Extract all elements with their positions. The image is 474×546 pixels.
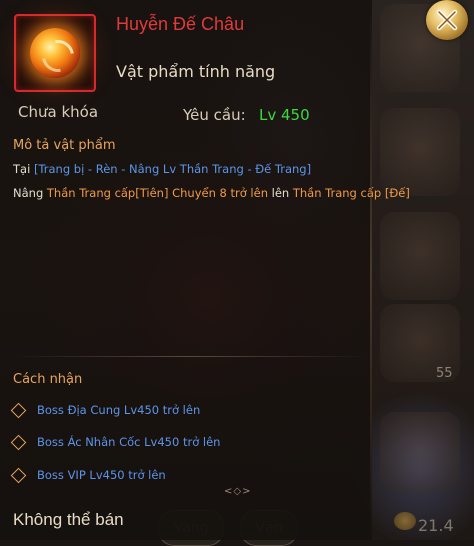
scroll-indicator-icon: <◇>: [224, 486, 252, 497]
close-icon: [436, 9, 458, 31]
background-slot: [380, 212, 460, 300]
requirement-value: Lv 450: [259, 106, 310, 124]
item-name: Huyễn Đế Châu: [116, 14, 245, 34]
obtain-source-item[interactable]: Boss Ác Nhân Cốc Lv450 trở lên: [10, 432, 220, 452]
obtain-source-label: Boss VIP Lv450 trở lên: [37, 468, 166, 482]
background-slot: [380, 412, 460, 494]
obtain-source-label: Boss Ác Nhân Cốc Lv450 trở lên: [37, 435, 221, 449]
background-slot: [380, 108, 460, 196]
background-count: 55: [436, 366, 453, 381]
upgrade-to: Thần Trang cấp [Đế]: [292, 186, 410, 200]
description-connector: lên: [267, 186, 293, 200]
description-prefix: Nâng: [13, 186, 47, 200]
item-icon-frame[interactable]: [14, 14, 96, 92]
section-divider: [10, 356, 370, 357]
diamond-bullet-icon: [10, 467, 27, 483]
location-link[interactable]: [Trang bị - Rèn - Nâng Lv Thần Trang - Đ…: [34, 162, 311, 176]
description-line-2: Nâng Thần Trang cấp[Tiên] Chuyển 8 trở l…: [13, 186, 410, 200]
item-tooltip-panel: Huyễn Đế Châu Vật phẩm tính năng Chưa kh…: [0, 0, 410, 540]
obtain-source-item[interactable]: Boss Địa Cung Lv450 trở lên: [10, 400, 200, 420]
requirement-label: Yêu cầu:: [183, 106, 246, 124]
coin-icon: [394, 512, 416, 530]
diamond-bullet-icon: [10, 434, 27, 450]
description-prefix: Tại: [13, 162, 34, 176]
item-category: Vật phẩm tính năng: [116, 62, 276, 81]
upgrade-from: Thần Trang cấp[Tiên] Chuyển 8 trở lên: [46, 186, 268, 200]
obtain-source-label: Boss Địa Cung Lv450 trở lên: [37, 403, 201, 417]
close-button[interactable]: [426, 0, 468, 40]
lock-status: Chưa khóa: [18, 103, 99, 121]
obtain-header: Cách nhận: [13, 372, 83, 387]
description-line-1: Tại [Trang bị - Rèn - Nâng Lv Thần Trang…: [13, 162, 311, 176]
description-header: Mô tả vật phẩm: [13, 138, 116, 153]
background-value: 21.4: [418, 516, 454, 535]
obtain-source-item[interactable]: Boss VIP Lv450 trở lên: [10, 465, 166, 485]
diamond-bullet-icon: [10, 402, 27, 418]
sell-status: Không thể bán: [13, 510, 124, 529]
